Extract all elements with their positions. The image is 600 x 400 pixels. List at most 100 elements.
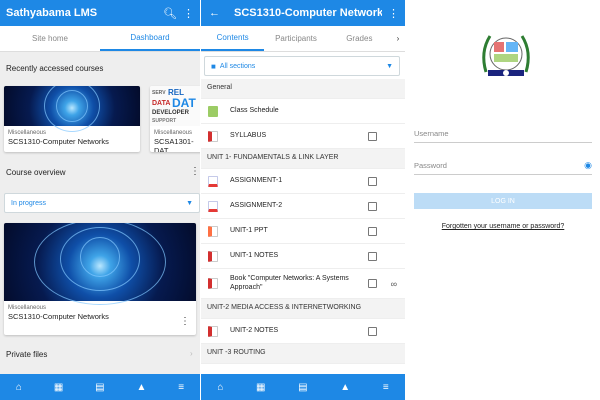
forgot-password-link[interactable]: Forgotten your username or password? (406, 223, 600, 230)
more-vert-icon[interactable]: ⋮ (388, 7, 399, 20)
wordcloud-word: DAT (172, 96, 196, 110)
username-field[interactable]: Username (414, 125, 592, 143)
chevron-right-icon[interactable]: › (391, 26, 405, 51)
item-label: UNIT-1 PPT (230, 226, 268, 234)
completion-checkbox[interactable] (368, 226, 377, 236)
course-image (4, 223, 196, 305)
course-tabs: Contents Participants Grades › (201, 26, 405, 52)
chevron-down-icon: ▼ (386, 62, 393, 70)
home-icon[interactable]: ⌂ (217, 382, 223, 393)
search-icon[interactable]: 🔍︎ (163, 7, 177, 20)
item-label: ASSIGNMENT-2 (230, 201, 283, 209)
course-item[interactable]: ASSIGNMENT-1 (201, 169, 405, 194)
completion-checkbox[interactable] (368, 201, 377, 211)
completion-checkbox[interactable] (368, 326, 377, 336)
filter-value: In progress (11, 199, 47, 207)
recent-courses-heading: Recently accessed courses (6, 64, 104, 73)
password-placeholder: Password (414, 161, 447, 170)
completion-checkbox[interactable] (368, 279, 377, 288)
eye-icon[interactable]: ◉ (584, 160, 592, 171)
dashboard-tabs: Site home Dashboard (0, 26, 200, 52)
calendar-icon[interactable]: ▦ (256, 382, 265, 393)
more-vert-icon[interactable]: ⋮ (190, 166, 200, 177)
section-header: UNIT 1- FUNDAMENTALS & LINK LAYER (201, 149, 405, 169)
menu-icon[interactable]: ≡ (383, 382, 389, 393)
course-item[interactable]: UNIT-2 NOTES (201, 319, 405, 344)
course-app-bar: ← SCS1310-Computer Networks ⋮ (201, 0, 405, 26)
more-vert-icon[interactable]: ⋮ (180, 316, 190, 327)
section-title: General (207, 84, 232, 92)
course-overview-heading: Course overview (6, 168, 66, 177)
section-header: UNIT -3 ROUTING (201, 344, 405, 364)
pdf-file-icon (208, 250, 218, 262)
wordcloud-word: SERV (152, 90, 166, 96)
recent-course-card[interactable]: SERV REL DAT DATA DEVELOPER SUPPORT Misc… (150, 86, 200, 152)
section-title: UNIT 1- FUNDAMENTALS & LINK LAYER (207, 154, 339, 162)
course-item[interactable]: ASSIGNMENT-2 (201, 194, 405, 219)
calendar-icon[interactable]: ▦ (54, 382, 63, 393)
pdf-file-icon (208, 325, 218, 337)
login-screen: Username Password ◉ LOG IN Forgotten you… (406, 0, 600, 400)
course-name: SCS1310-Computer Networks (8, 137, 109, 146)
tab-participants[interactable]: Participants (264, 26, 327, 51)
assignment-icon (208, 200, 218, 212)
item-label: ASSIGNMENT-1 (230, 176, 283, 184)
course-title: SCS1310-Computer Networks (234, 7, 382, 19)
course-item[interactable]: Class Schedule (201, 99, 405, 124)
dashboard-screen: Sathyabama LMS 🔍︎ ⋮ Site home Dashboard … (0, 0, 200, 400)
login-button[interactable]: LOG IN (414, 193, 592, 209)
item-label: Class Schedule (230, 106, 279, 114)
home-icon[interactable]: ⌂ (16, 382, 22, 393)
item-label: UNIT-2 NOTES (230, 326, 279, 334)
back-arrow-icon[interactable]: ← (209, 7, 220, 19)
more-vert-icon[interactable]: ⋮ (183, 7, 194, 20)
course-filter-select[interactable]: In progress ▼ (4, 193, 200, 213)
dashboard-app-bar: Sathyabama LMS 🔍︎ ⋮ (0, 0, 200, 26)
ppt-file-icon (208, 225, 218, 237)
chevron-right-icon: › (190, 349, 193, 358)
course-item[interactable]: Book "Computer Networks: A Systems Appro… (201, 269, 405, 299)
notifications-bell-icon[interactable]: ▲ (340, 382, 350, 393)
password-field[interactable]: Password ◉ (414, 157, 592, 175)
course-category: Miscellaneous (154, 130, 193, 136)
chevron-down-icon: ▼ (186, 199, 193, 207)
forum-icon (208, 105, 218, 117)
section-select[interactable]: ■ All sections ▼ (204, 56, 400, 76)
pdf-file-icon (208, 278, 218, 289)
university-logo (476, 26, 536, 82)
tab-contents[interactable]: Contents (201, 26, 265, 51)
wordcloud-word: DATA (152, 100, 171, 107)
tab-grades[interactable]: Grades (328, 26, 391, 51)
section-title: UNIT -3 ROUTING (207, 349, 266, 357)
tab-site-home[interactable]: Site home (0, 26, 100, 51)
bottom-navigation: ⌂ ▦ ▤ ▲ ≡ (201, 374, 405, 400)
wordcloud-word: DEVELOPER (152, 110, 190, 116)
section-header: UNIT-2 MEDIA ACCESS & INTERNETWORKING (201, 299, 405, 319)
course-item[interactable]: UNIT-1 NOTES (201, 244, 405, 269)
courses-icon[interactable]: ▤ (298, 382, 307, 393)
completion-checkbox[interactable] (368, 176, 377, 186)
courses-icon[interactable]: ▤ (95, 382, 104, 393)
notifications-bell-icon[interactable]: ▲ (136, 382, 146, 393)
course-item[interactable]: UNIT-1 PPT (201, 219, 405, 244)
section-header: General (201, 79, 405, 99)
item-label: SYLLABUS (230, 131, 267, 139)
completion-checkbox[interactable] (368, 131, 377, 141)
recent-course-card[interactable]: Miscellaneous SCS1310-Computer Networks (4, 86, 140, 152)
wordcloud-word: SUPPORT (152, 118, 177, 124)
folder-icon: ■ (211, 61, 216, 71)
overview-course-card[interactable]: Miscellaneous SCS1310-Computer Networks … (4, 223, 196, 335)
link-icon[interactable]: ∞ (391, 279, 397, 289)
course-name: SCSA1301-DAT (154, 137, 194, 152)
bottom-navigation: ⌂ ▦ ▤ ▲ ≡ (0, 374, 200, 400)
private-files-link[interactable]: Private files (0, 350, 53, 359)
menu-icon[interactable]: ≡ (178, 382, 184, 393)
course-name: SCS1310-Computer Networks (8, 312, 109, 321)
completion-checkbox[interactable] (368, 251, 377, 261)
section-value: All sections (219, 62, 256, 70)
course-image (4, 86, 140, 132)
course-item[interactable]: SYLLABUS (201, 124, 405, 149)
tab-dashboard[interactable]: Dashboard (100, 26, 200, 51)
course-image: SERV REL DAT DATA DEVELOPER SUPPORT (150, 86, 200, 126)
section-title: UNIT-2 MEDIA ACCESS & INTERNETWORKING (207, 304, 362, 312)
